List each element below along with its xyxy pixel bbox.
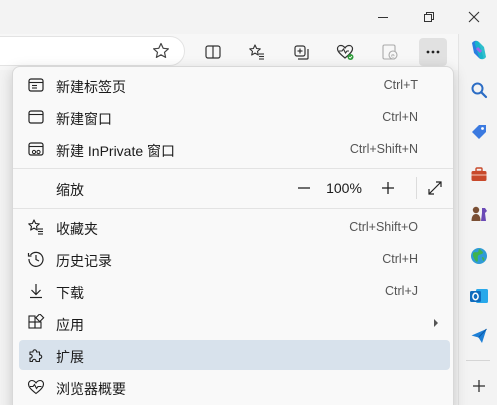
new-tab-icon [28, 78, 44, 92]
minimize-icon [378, 17, 388, 18]
ie-mode-button[interactable]: e [376, 38, 404, 66]
ie-mode-icon: e [382, 44, 398, 60]
menu-item-shortcut: Ctrl+Shift+O [349, 220, 418, 234]
favorites-icon [249, 44, 264, 60]
full-screen-button[interactable] [422, 175, 448, 201]
zoom-divider [416, 177, 417, 199]
puzzle-icon [29, 349, 43, 363]
history-icon [27, 251, 44, 267]
favorite-star-icon[interactable] [152, 42, 170, 63]
menu-item-label: 收藏夹 [56, 221, 98, 237]
menu-separator [13, 208, 453, 209]
close-icon [468, 11, 480, 23]
zoom-row: 缩放 100% [19, 171, 450, 205]
menu-item-new-tab[interactable]: 新建标签页 Ctrl+T [19, 70, 450, 100]
browser-essentials-button[interactable] [331, 38, 359, 66]
menu-item-new-window[interactable]: 新建窗口 Ctrl+N [19, 102, 450, 132]
menu-item-label: 下载 [56, 285, 84, 301]
menu-item-shortcut: Ctrl+T [383, 78, 418, 92]
plus-icon [382, 182, 394, 194]
add-icon[interactable] [465, 372, 493, 400]
menu-item-label: 新建窗口 [56, 111, 112, 127]
inprivate-icon [28, 142, 44, 156]
menu-item-label: 新建标签页 [56, 79, 126, 95]
split-screen-icon [205, 45, 221, 59]
menu-item-label: 应用 [56, 317, 84, 333]
restore-icon [424, 12, 434, 22]
settings-menu: 新建标签页 Ctrl+T 新建窗口 Ctrl+N 新建 InPrivate 窗口… [12, 66, 454, 405]
restore-button[interactable] [406, 0, 452, 34]
menu-item-label: 扩展 [56, 349, 84, 365]
zoom-out-button[interactable] [291, 175, 317, 201]
menu-item-shortcut: Ctrl+J [385, 284, 418, 298]
collections-icon [294, 45, 309, 60]
svg-text:e: e [391, 53, 395, 60]
menu-item-label: 新建 InPrivate 窗口 [56, 143, 176, 159]
title-bar [0, 0, 497, 34]
browser-toolbar: e [0, 34, 497, 70]
globe-icon[interactable] [465, 242, 493, 270]
menu-item-shortcut: Ctrl+N [382, 110, 418, 124]
new-window-icon [28, 110, 44, 124]
tag-icon[interactable] [465, 118, 493, 146]
menu-item-browser-essentials[interactable]: 浏览器概要 [19, 372, 450, 402]
toolbox-icon[interactable] [465, 160, 493, 188]
zoom-value: 100% [326, 180, 362, 196]
minimize-button[interactable] [360, 0, 406, 34]
zoom-in-button[interactable] [375, 175, 401, 201]
send-icon[interactable] [465, 322, 493, 350]
menu-item-label: 浏览器概要 [56, 381, 126, 397]
menu-item-downloads[interactable]: 下载 Ctrl+J [19, 276, 450, 306]
favorites-icon [28, 219, 43, 235]
full-screen-icon [428, 181, 442, 195]
sidebar-divider [466, 360, 490, 361]
zoom-label: 缩放 [56, 182, 84, 198]
heart-pulse-icon [27, 379, 45, 395]
settings-and-more-button[interactable] [419, 38, 447, 66]
copilot-icon[interactable] [465, 36, 493, 64]
menu-item-history[interactable]: 历史记录 Ctrl+H [19, 244, 450, 274]
submenu-arrow-icon [432, 316, 440, 331]
favorites-button[interactable] [243, 38, 271, 66]
search-icon[interactable] [465, 76, 493, 104]
menu-item-extensions[interactable]: 扩展 [19, 340, 450, 370]
minus-icon [298, 187, 310, 189]
apps-icon [28, 314, 45, 329]
split-screen-button[interactable] [199, 38, 227, 66]
menu-item-label: 历史记录 [56, 253, 112, 269]
heart-pulse-icon [336, 44, 354, 60]
address-bar[interactable] [0, 36, 185, 66]
collections-button[interactable] [287, 38, 315, 66]
menu-item-shortcut: Ctrl+Shift+N [349, 142, 418, 156]
menu-item-favorites[interactable]: 收藏夹 Ctrl+Shift+O [19, 212, 450, 242]
menu-item-new-inprivate-window[interactable]: 新建 InPrivate 窗口 Ctrl+Shift+N [19, 134, 450, 164]
chess-icon[interactable] [465, 200, 493, 228]
outlook-icon[interactable] [465, 282, 493, 310]
close-button[interactable] [451, 0, 497, 34]
menu-item-apps[interactable]: 应用 [19, 308, 450, 338]
menu-separator [13, 168, 453, 169]
download-icon [30, 284, 42, 299]
more-icon [426, 50, 440, 54]
sidebar [458, 34, 497, 405]
menu-item-shortcut: Ctrl+H [382, 252, 418, 266]
